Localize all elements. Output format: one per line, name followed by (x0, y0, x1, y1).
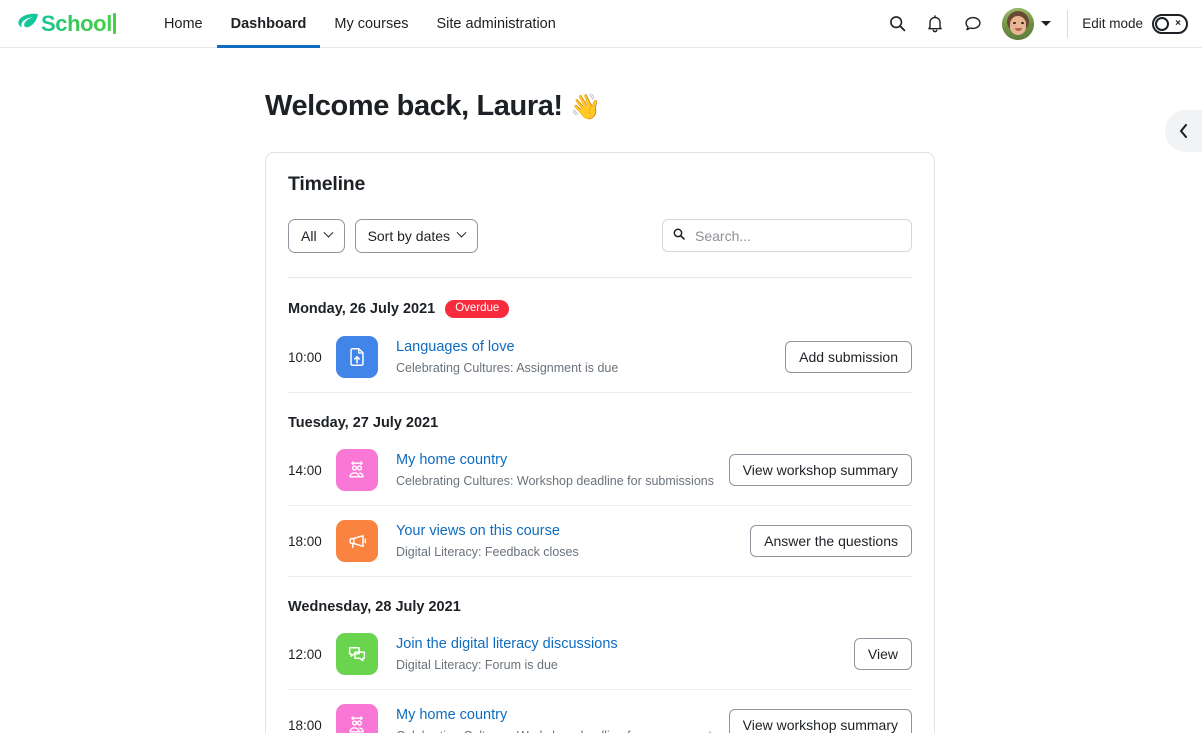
timeline-event: 18:00 Your views on this course Digital … (288, 506, 912, 578)
event-details: Join the digital literacy discussions Di… (396, 635, 854, 673)
event-time: 18:00 (288, 717, 322, 733)
timeline-heading: Timeline (288, 172, 366, 195)
workshop-icon (336, 449, 378, 492)
notifications-bell-icon[interactable] (918, 7, 952, 41)
event-name-link[interactable]: My home country (396, 706, 715, 726)
nav-item-home[interactable]: Home (150, 0, 217, 48)
site-logo-text: School (41, 10, 112, 36)
timeline-controls: All Sort by dates (288, 218, 912, 278)
timeline-filter-dropdown[interactable]: All (288, 218, 345, 253)
event-time: 12:00 (288, 646, 322, 662)
navbar-right-cluster: Edit mode × (878, 0, 1188, 48)
timeline-filter-label: All (301, 227, 317, 244)
event-time: 14:00 (288, 462, 322, 478)
event-subtitle: Digital Literacy: Forum is due (396, 657, 558, 672)
timeline-event: 14:00 My home country Celebrating Cultur… (288, 435, 912, 507)
chevron-down-icon (456, 228, 467, 238)
timeline-day-header: Tuesday, 27 July 2021 (288, 393, 912, 431)
timeline-sort-dropdown[interactable]: Sort by dates (354, 218, 479, 253)
timeline-day-header: Wednesday, 28 July 2021 (288, 577, 912, 615)
user-menu[interactable] (1002, 7, 1052, 40)
event-action-button[interactable]: Answer the questions (750, 525, 912, 558)
leaf-icon (16, 11, 40, 36)
chevron-down-icon (323, 228, 334, 238)
waving-hand-icon: 👋 (570, 93, 602, 121)
timeline-block: Timeline All Sort by dates Search... Mon… (265, 151, 935, 733)
avatar (1002, 7, 1035, 40)
navbar-divider (1067, 9, 1069, 38)
forum-icon (336, 633, 378, 676)
timeline-day-header: Monday, 26 July 2021 Overdue (288, 278, 912, 319)
event-time: 10:00 (288, 349, 322, 365)
search-input[interactable] (693, 226, 901, 245)
assignment-icon (336, 336, 378, 379)
nav-item-site-administration[interactable]: Site administration (423, 0, 570, 48)
event-name-link[interactable]: My home country (396, 451, 715, 471)
event-name-link[interactable]: Your views on this course (396, 522, 736, 542)
event-details: My home country Celebrating Cultures: Wo… (396, 451, 729, 489)
feedback-megaphone-icon (336, 520, 378, 563)
event-details: My home country Celebrating Cultures: Wo… (396, 706, 729, 733)
page-title-text: Welcome back, Laura! (265, 90, 563, 122)
event-details: Your views on this course Digital Litera… (396, 522, 750, 560)
timeline-event: 12:00 Join the digital literacy discussi… (288, 619, 912, 691)
event-subtitle: Celebrating Cultures: Workshop deadline … (396, 728, 715, 733)
page-body: Welcome back, Laura! 👋 Timeline All Sort… (0, 48, 1202, 733)
search-icon (673, 227, 685, 245)
chevron-down-icon (1041, 21, 1052, 26)
timeline-event: 18:00 My home country Celebrating Cultur… (288, 690, 912, 733)
switch-knob (1155, 16, 1169, 31)
chevron-left-icon (1179, 123, 1188, 139)
logo-accent-bar (112, 13, 116, 34)
timeline-search[interactable] (662, 219, 912, 253)
day-date-label: Wednesday, 28 July 2021 (288, 599, 461, 616)
top-navbar: School Home Dashboard My courses Site ad… (0, 0, 1202, 48)
page-title: Welcome back, Laura! 👋 (265, 48, 1202, 124)
event-action-button[interactable]: View workshop summary (728, 454, 912, 487)
search-icon[interactable] (880, 7, 914, 41)
event-subtitle: Celebrating Cultures: Assignment is due (396, 360, 619, 375)
event-details: Languages of love Celebrating Cultures: … (396, 338, 785, 376)
edit-mode-label: Edit mode (1082, 16, 1143, 31)
timeline-event: 10:00 Languages of love Celebrating Cult… (288, 322, 912, 394)
event-action-button[interactable]: View (853, 638, 912, 671)
workshop-icon (336, 704, 378, 733)
day-date-label: Monday, 26 July 2021 (288, 301, 436, 318)
messages-bubble-icon[interactable] (956, 7, 990, 41)
event-subtitle: Digital Literacy: Feedback closes (396, 544, 579, 559)
switch-off-glyph: × (1175, 17, 1181, 29)
event-action-button[interactable]: View workshop summary (728, 709, 912, 733)
status-badge: Overdue (445, 299, 510, 319)
edit-mode-toggle[interactable]: Edit mode × (1082, 13, 1188, 34)
event-name-link[interactable]: Join the digital literacy discussions (396, 635, 840, 655)
nav-item-dashboard[interactable]: Dashboard (216, 0, 321, 48)
event-name-link[interactable]: Languages of love (396, 338, 771, 358)
site-logo[interactable]: School (16, 0, 116, 48)
event-subtitle: Celebrating Cultures: Workshop deadline … (396, 473, 714, 488)
open-block-drawer-button[interactable] (1165, 110, 1202, 152)
nav-item-my-courses[interactable]: My courses (320, 0, 422, 48)
primary-nav: Home Dashboard My courses Site administr… (150, 0, 570, 48)
day-date-label: Tuesday, 27 July 2021 (288, 415, 439, 432)
event-time: 18:00 (288, 533, 322, 549)
event-action-button[interactable]: Add submission (785, 341, 912, 374)
edit-mode-switch[interactable]: × (1152, 13, 1188, 34)
timeline-sort-label: Sort by dates (367, 227, 451, 244)
